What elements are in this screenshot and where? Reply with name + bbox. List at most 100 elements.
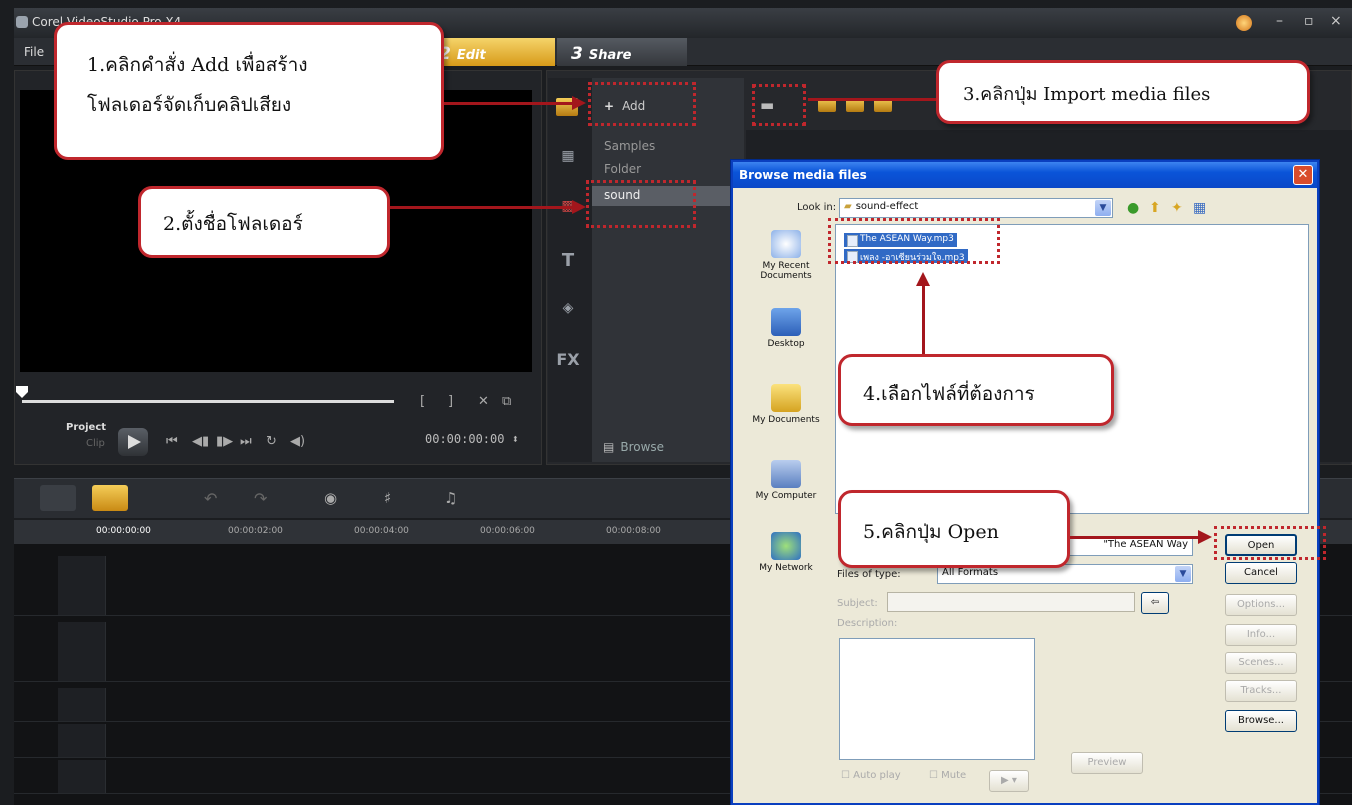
look-in-value: sound-effect [855, 201, 919, 212]
mark-out-icon[interactable]: ] [448, 394, 453, 409]
next-frame-icon[interactable]: ▮▶ [216, 434, 233, 449]
ruler-label: 00:00:00:00 [96, 526, 151, 536]
chevron-down-icon: ▼ [1095, 200, 1111, 216]
look-in-label: Look in: [797, 202, 837, 213]
arrow-head-step-2 [572, 200, 586, 214]
highlight-folder-name [586, 180, 696, 228]
place-my-documents[interactable]: My Documents [741, 384, 831, 425]
timecode-field[interactable]: 00:00:00:00 ⬍ [425, 432, 519, 446]
browse-button[interactable]: ▤ Browse [603, 440, 664, 454]
voice-track-header [58, 724, 106, 757]
place-recent-documents[interactable]: My Recent Documents [741, 230, 831, 281]
clip-mode-label[interactable]: Clip [86, 438, 105, 449]
dialog-title: Browse media files [733, 162, 1317, 188]
tab-share-label: Share [588, 48, 632, 63]
title-icon[interactable]: T [556, 250, 580, 271]
sound-mixer-icon[interactable]: ♯ [384, 489, 391, 507]
view-menu-icon[interactable]: ▦ [1193, 200, 1206, 216]
close-button[interactable]: × [1330, 13, 1342, 29]
browse-label: Browse [620, 440, 665, 454]
cancel-button[interactable]: Cancel [1225, 562, 1297, 584]
arrow-step-5 [1070, 536, 1200, 539]
callout-step-2: 2.ตั้งชื่อโฟลเดอร์ [138, 186, 390, 258]
desktop-icon [771, 308, 801, 336]
redo-icon[interactable]: ↷ [254, 489, 267, 508]
highlight-selected-files [828, 218, 1000, 264]
menu-file[interactable]: File [24, 45, 44, 59]
video-track-header [58, 556, 106, 615]
repeat-icon[interactable]: ↻ [266, 434, 277, 449]
mute-checkbox[interactable]: ☐ Mute [929, 770, 966, 781]
folder-item-samples[interactable]: Samples [604, 139, 655, 153]
instant-project-icon[interactable]: ▦ [556, 148, 580, 164]
file-name-value: "The ASEAN Way [1103, 539, 1188, 550]
scenes-button[interactable]: Scenes... [1225, 652, 1297, 674]
tab-share-number: 3 [571, 44, 583, 64]
graphic-icon[interactable]: ◈ [556, 300, 580, 316]
place-my-network[interactable]: My Network [741, 532, 831, 573]
files-of-type-value: All Formats [942, 567, 999, 578]
chevron-down-icon: ▼ [1175, 566, 1191, 582]
look-in-select[interactable]: ▰ sound-effect ▼ [839, 198, 1113, 218]
tab-edit[interactable]: 2 Edit [425, 38, 555, 66]
options-button[interactable]: Options... [1225, 594, 1297, 616]
auto-music-icon[interactable]: ♫ [444, 489, 457, 507]
cut-clip-icon[interactable]: ✕ [478, 394, 489, 409]
places-bar: My Recent Documents Desktop My Documents… [741, 224, 831, 802]
minimize-button[interactable]: – [1276, 13, 1283, 29]
volume-icon[interactable]: ◀) [290, 434, 305, 449]
callout-step-5: 5.คลิกปุ่ม Open [838, 490, 1070, 568]
dialog-close-button[interactable]: ✕ [1293, 165, 1313, 185]
file-name-field[interactable]: "The ASEAN Way [1063, 536, 1193, 556]
back-icon[interactable]: ● [1127, 200, 1139, 216]
arrow-head-step-4 [916, 272, 930, 286]
autoplay-label: Auto play [853, 770, 901, 781]
video-editor-window: Corel VideoStudio Pro X4 – ▫ × File 2Edi… [0, 0, 1352, 805]
info-button[interactable]: Info... [1225, 624, 1297, 646]
tab-share[interactable]: 3 Share [557, 38, 687, 66]
folder-item-folder[interactable]: Folder [604, 162, 641, 176]
play-preview-icon[interactable]: ▶ ▾ [989, 770, 1029, 792]
scrub-bar[interactable] [22, 400, 394, 403]
arrow-head-step-1 [572, 96, 586, 110]
files-of-type-label: Files of type: [837, 569, 901, 580]
new-folder-icon[interactable]: ✦ [1171, 200, 1183, 216]
filter-fx-icon[interactable]: FX [556, 350, 580, 369]
ruler-label: 00:00:06:00 [480, 526, 535, 536]
callout-step-1: 1.คลิกคำสั่ง Add เพื่อสร้าง โฟลเดอร์จัดเ… [54, 22, 444, 160]
previous-frame-icon[interactable]: ◀▮ [192, 434, 209, 449]
undo-icon[interactable]: ↶ [204, 489, 217, 508]
help-orb-icon[interactable] [1236, 15, 1252, 31]
folder-icon: ▰ [844, 201, 852, 212]
storyboard-view-button[interactable] [40, 485, 76, 511]
title-track-header [58, 688, 106, 721]
browse-dialog-button[interactable]: Browse... [1225, 710, 1297, 732]
mark-in-icon[interactable]: [ [420, 394, 425, 409]
place-label: My Recent Documents [760, 261, 812, 281]
tracks-button[interactable]: Tracks... [1225, 680, 1297, 702]
record-capture-icon[interactable]: ◉ [324, 489, 337, 507]
autoplay-checkbox[interactable]: ☐ Auto play [841, 770, 901, 781]
place-label: My Computer [755, 491, 817, 501]
end-icon[interactable]: ⏭ [240, 434, 252, 449]
arrow-step-2 [390, 206, 574, 209]
preview-button[interactable]: Preview [1071, 752, 1143, 774]
arrow-step-4 [922, 284, 925, 354]
up-folder-icon[interactable]: ⬆ [1149, 200, 1161, 216]
music-track-header [58, 760, 106, 793]
callout-step-3: 3.คลิกปุ่ม Import media files [936, 60, 1310, 124]
project-mode-label[interactable]: Project [66, 422, 106, 433]
copy-frame-icon[interactable]: ⧉ [502, 394, 511, 409]
recent-documents-icon [771, 230, 801, 258]
place-desktop[interactable]: Desktop [741, 308, 831, 349]
description-label: Description: [837, 618, 898, 629]
arrow-step-1 [444, 102, 574, 105]
play-button[interactable] [118, 428, 148, 456]
home-icon[interactable]: ⏮ [166, 434, 178, 449]
subject-apply-icon[interactable]: ⇦ [1141, 592, 1169, 614]
maximize-button[interactable]: ▫ [1304, 13, 1314, 29]
place-my-computer[interactable]: My Computer [741, 460, 831, 501]
my-computer-icon [771, 460, 801, 488]
timeline-view-button[interactable] [92, 485, 128, 511]
highlight-add-button [588, 82, 696, 126]
